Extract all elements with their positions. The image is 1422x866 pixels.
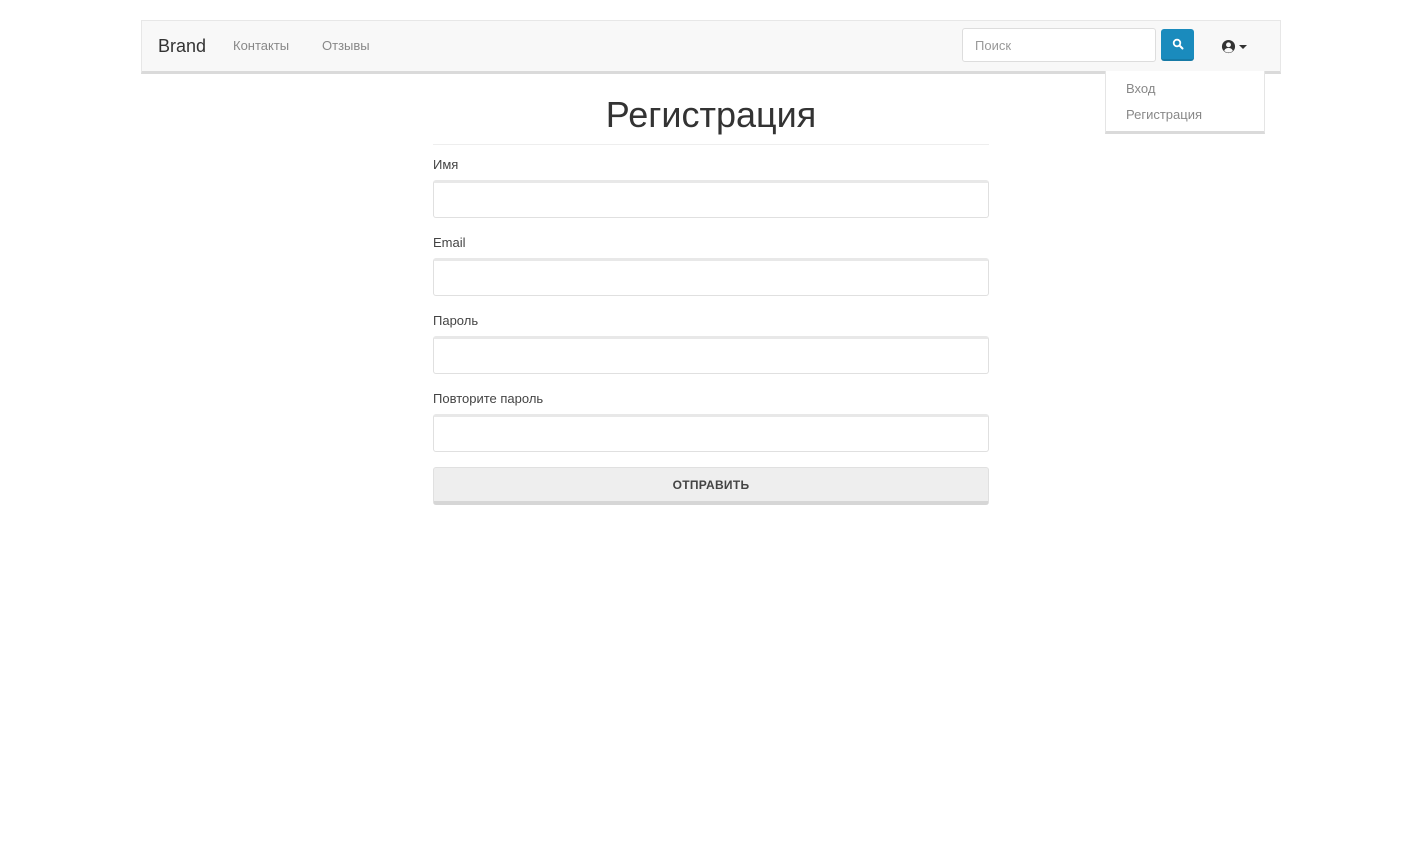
brand-link[interactable]: Brand [158, 36, 206, 56]
dropdown-item-register[interactable]: Регистрация [1126, 107, 1202, 123]
password-input[interactable] [433, 336, 989, 374]
dropdown-item-login[interactable]: Вход [1126, 81, 1155, 97]
user-circle-icon [1221, 39, 1236, 53]
repeat-password-label: Повторите пароль [433, 391, 544, 406]
navbar: Brand Контакты Отзывы [141, 20, 1281, 74]
nav-link-contacts[interactable]: Контакты [233, 38, 289, 54]
title-divider [433, 144, 989, 145]
caret-down-icon [1239, 45, 1247, 49]
name-label: Имя [433, 157, 459, 172]
submit-button[interactable]: ОТПРАВИТЬ [433, 467, 989, 505]
search-button[interactable] [1161, 29, 1194, 61]
name-input[interactable] [433, 180, 989, 218]
user-menu-toggle[interactable] [1221, 36, 1253, 56]
email-label: Email [433, 235, 466, 250]
user-dropdown-menu: Вход Регистрация [1105, 71, 1265, 134]
email-input[interactable] [433, 258, 989, 296]
password-label: Пароль [433, 313, 479, 328]
nav-link-reviews[interactable]: Отзывы [322, 38, 370, 54]
repeat-password-input[interactable] [433, 414, 989, 452]
search-icon [1172, 38, 1183, 50]
page-title: Регистрация [605, 94, 817, 135]
search-input[interactable] [962, 28, 1156, 62]
